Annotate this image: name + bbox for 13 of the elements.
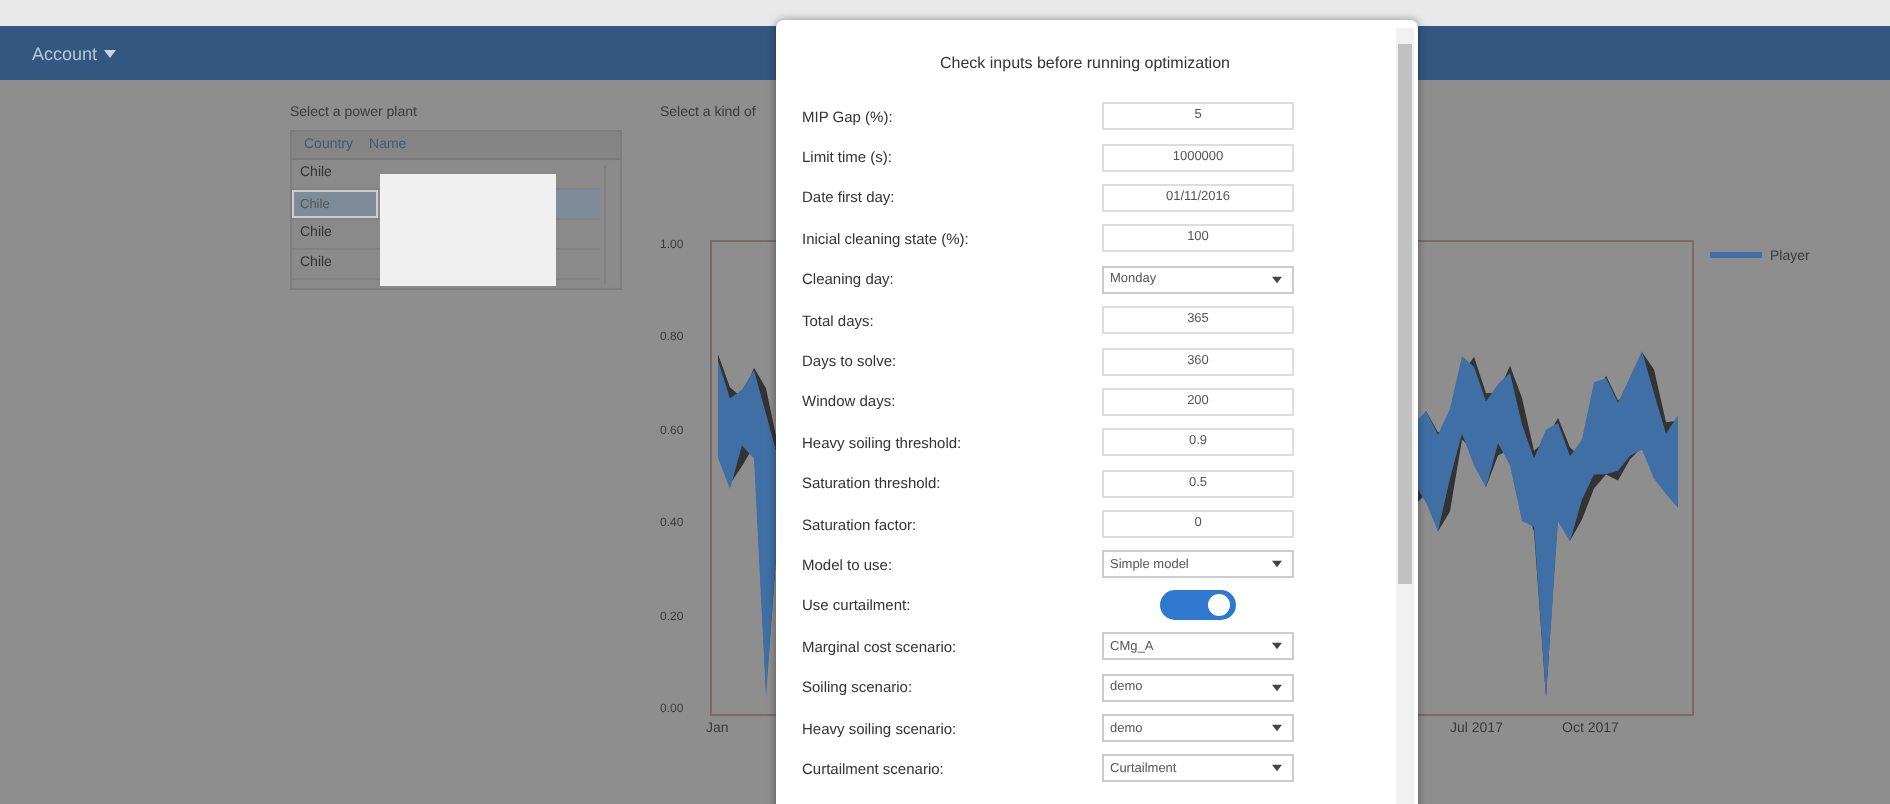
caret-icon xyxy=(1272,642,1282,651)
caret-icon xyxy=(1272,275,1282,284)
caret-icon xyxy=(1272,764,1282,773)
toggle-switch[interactable] xyxy=(1160,590,1236,621)
scrollbar[interactable] xyxy=(1396,28,1414,804)
caret-icon xyxy=(1272,724,1282,733)
dialog-title: Check inputs before running optimization xyxy=(938,54,1232,72)
row-highlight xyxy=(554,190,600,218)
caret-icon xyxy=(1272,683,1282,692)
caret-icon xyxy=(103,49,116,57)
caret-icon xyxy=(1272,560,1282,569)
legend-line-icon xyxy=(1710,252,1762,260)
account-menu[interactable]: Account xyxy=(28,39,120,67)
